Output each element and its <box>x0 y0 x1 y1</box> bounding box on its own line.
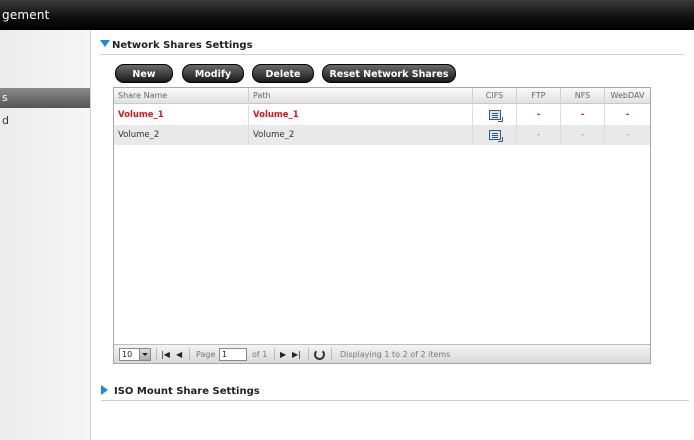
path-cell: Volume_2 <box>249 125 473 145</box>
sidebar: s d <box>0 30 91 440</box>
app-title: gement <box>2 8 50 22</box>
delete-button[interactable]: Delete <box>252 64 314 83</box>
nfs-cell: - <box>561 105 605 125</box>
next-page-icon[interactable]: ▶ <box>280 348 286 361</box>
page-size-value: 10 <box>122 350 133 359</box>
ftp-cell: - <box>517 125 561 145</box>
displaying-items-text: Displaying 1 to 2 of 2 items <box>340 350 451 359</box>
shares-table: Share Name Path CIFS FTP NFS WebDAV Volu… <box>113 87 651 364</box>
col-cifs[interactable]: CIFS <box>473 88 517 104</box>
collapse-triangle-icon <box>100 40 110 47</box>
table-row[interactable]: Volume_2 Volume_2 - - - <box>114 125 650 145</box>
chevron-down-icon[interactable] <box>139 349 150 360</box>
col-path[interactable]: Path <box>249 88 473 104</box>
sidebar-item-second[interactable]: d <box>0 111 90 131</box>
refresh-icon[interactable] <box>314 349 325 360</box>
pager-divider <box>274 348 275 360</box>
document-list-icon[interactable] <box>488 109 503 122</box>
main-content: Network Shares Settings New Modify Delet… <box>92 30 694 440</box>
share-name-cell: Volume_1 <box>114 105 249 125</box>
table-row[interactable]: Volume_1 Volume_1 - - - <box>114 105 650 125</box>
nfs-cell: - <box>561 125 605 145</box>
page-of-label: of 1 <box>252 350 268 359</box>
col-nfs[interactable]: NFS <box>561 88 605 104</box>
table-header: Share Name Path CIFS FTP NFS WebDAV <box>114 88 650 104</box>
new-button[interactable]: New <box>115 64 173 83</box>
page-label: Page <box>196 350 216 359</box>
pagination-bar: 10 |◀ ◀ Page 1 of 1 ▶ ▶| Displaying 1 to… <box>114 344 650 363</box>
col-share-name[interactable]: Share Name <box>114 88 249 104</box>
document-list-icon[interactable] <box>488 129 503 142</box>
modify-button[interactable]: Modify <box>182 64 244 83</box>
pager-divider <box>189 348 190 360</box>
page-number-input[interactable]: 1 <box>219 348 247 361</box>
last-page-icon[interactable]: ▶| <box>292 348 301 361</box>
path-cell: Volume_1 <box>249 105 473 125</box>
pager-divider <box>308 348 309 360</box>
share-name-cell: Volume_2 <box>114 125 249 145</box>
iso-mount-title: ISO Mount Share Settings <box>114 386 260 397</box>
col-ftp[interactable]: FTP <box>517 88 561 104</box>
sidebar-item-active[interactable]: s <box>0 88 90 108</box>
reset-network-shares-button[interactable]: Reset Network Shares <box>322 64 456 83</box>
page-size-select[interactable]: 10 <box>119 348 151 361</box>
cifs-cell[interactable] <box>473 125 517 145</box>
section-divider <box>101 400 689 401</box>
expand-triangle-icon <box>101 385 108 395</box>
pager-divider <box>331 348 332 360</box>
prev-page-icon[interactable]: ◀ <box>176 348 182 361</box>
network-shares-title: Network Shares Settings <box>112 40 253 51</box>
ftp-cell: - <box>517 105 561 125</box>
pager-divider <box>156 348 157 360</box>
col-webdav[interactable]: WebDAV <box>605 88 650 104</box>
first-page-icon[interactable]: |◀ <box>161 348 170 361</box>
webdav-cell: - <box>625 130 630 140</box>
webdav-cell: - <box>625 110 630 120</box>
iso-mount-header[interactable]: ISO Mount Share Settings <box>101 385 260 397</box>
section-divider <box>100 54 684 55</box>
cifs-cell[interactable] <box>473 105 517 125</box>
network-shares-header[interactable]: Network Shares Settings <box>100 40 253 51</box>
app-titlebar: gement <box>0 0 694 30</box>
